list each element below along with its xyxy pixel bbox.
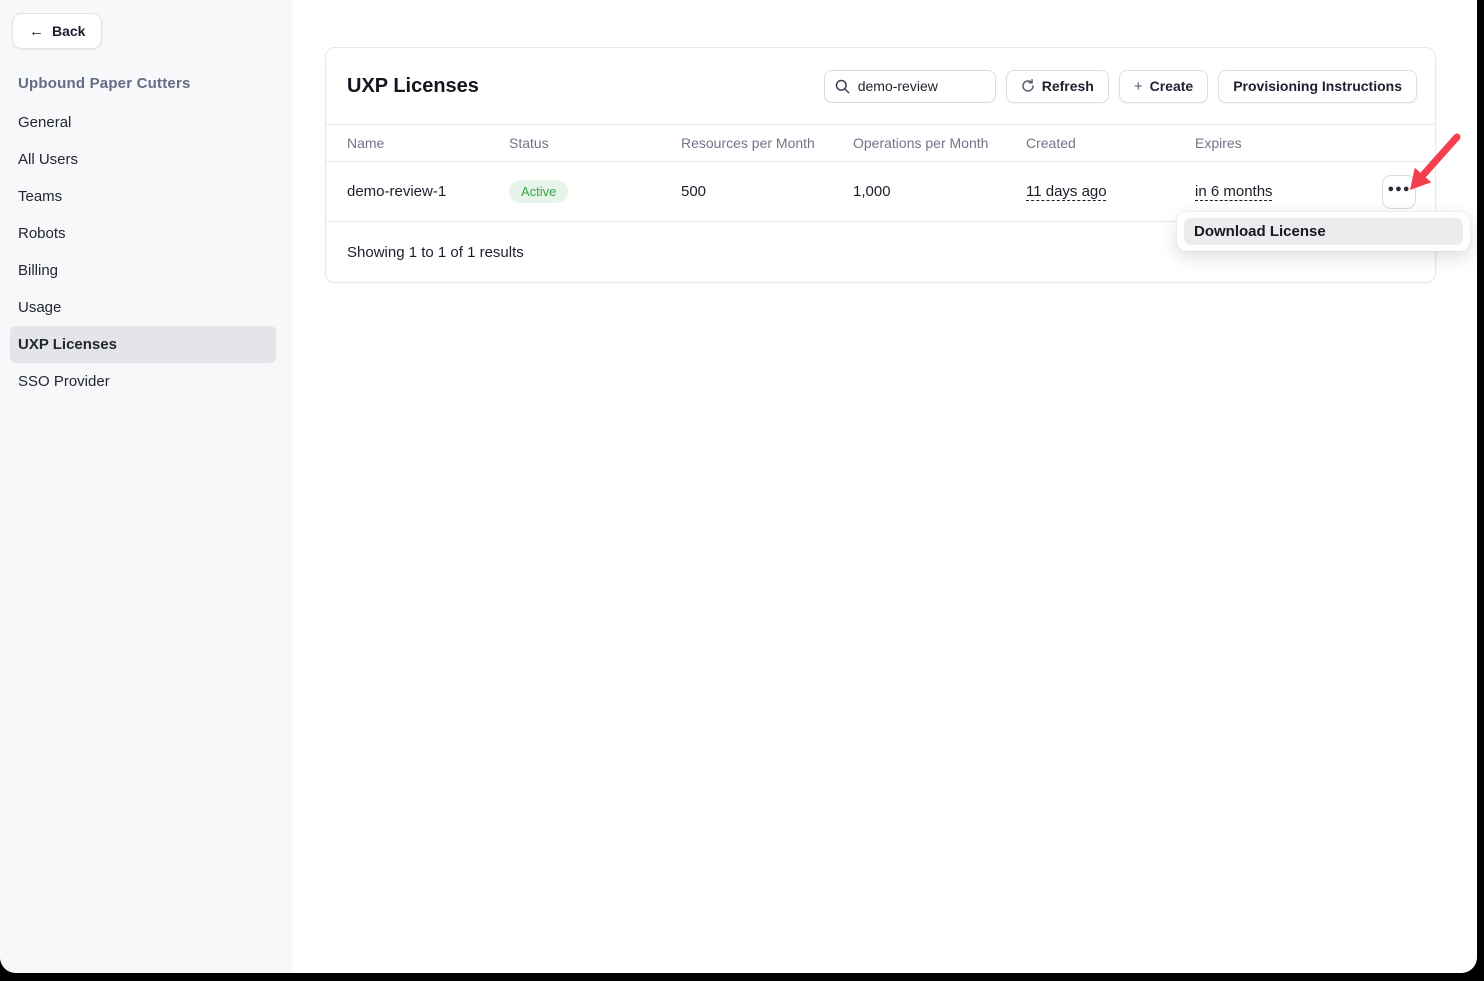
search-box bbox=[824, 70, 996, 103]
column-header-expires: Expires bbox=[1195, 135, 1364, 151]
sidebar-item-general[interactable]: General bbox=[10, 104, 276, 141]
sidebar-item-all-users[interactable]: All Users bbox=[10, 141, 276, 178]
provisioning-instructions-button[interactable]: Provisioning Instructions bbox=[1218, 70, 1417, 103]
column-header-resources: Resources per Month bbox=[681, 135, 853, 151]
provisioning-instructions-label: Provisioning Instructions bbox=[1233, 78, 1402, 94]
results-count-text: Showing 1 to 1 of 1 results bbox=[347, 244, 524, 261]
column-header-operations: Operations per Month bbox=[853, 135, 1026, 151]
plus-icon: + bbox=[1134, 78, 1143, 95]
cell-resources-per-month: 500 bbox=[681, 183, 853, 200]
created-tooltip-link[interactable]: 11 days ago bbox=[1026, 183, 1107, 200]
refresh-button-label: Refresh bbox=[1042, 78, 1094, 94]
cell-name: demo-review-1 bbox=[347, 183, 509, 200]
column-header-status: Status bbox=[509, 135, 681, 151]
refresh-button[interactable]: Refresh bbox=[1006, 70, 1109, 103]
sidebar-item-usage[interactable]: Usage bbox=[10, 289, 276, 326]
download-license-menu-item[interactable]: Download License bbox=[1184, 218, 1463, 245]
cell-status: Active bbox=[509, 180, 681, 203]
cell-created: 11 days ago bbox=[1026, 183, 1195, 200]
sidebar-item-billing[interactable]: Billing bbox=[10, 252, 276, 289]
sidebar-item-sso-provider[interactable]: SSO Provider bbox=[10, 363, 276, 400]
column-header-created: Created bbox=[1026, 135, 1195, 151]
status-badge: Active bbox=[509, 180, 568, 203]
ellipsis-icon: ●●● bbox=[1388, 184, 1411, 199]
search-input[interactable] bbox=[858, 78, 985, 94]
search-icon bbox=[835, 79, 850, 94]
sidebar: ← Back Upbound Paper Cutters General All… bbox=[0, 0, 292, 973]
column-header-name: Name bbox=[347, 135, 509, 151]
create-button[interactable]: + Create bbox=[1119, 70, 1208, 103]
sidebar-item-teams[interactable]: Teams bbox=[10, 178, 276, 215]
cell-actions: ●●● bbox=[1382, 175, 1416, 209]
back-button-label: Back bbox=[52, 23, 85, 39]
cell-expires: in 6 months bbox=[1195, 183, 1364, 200]
cell-operations-per-month: 1,000 bbox=[853, 183, 1026, 200]
expires-tooltip-link[interactable]: in 6 months bbox=[1195, 183, 1273, 200]
org-name: Upbound Paper Cutters bbox=[18, 75, 191, 92]
card-header: UXP Licenses bbox=[326, 48, 1435, 124]
sidebar-nav: General All Users Teams Robots Billing U… bbox=[0, 104, 292, 400]
row-actions-menu-button[interactable]: ●●● bbox=[1382, 175, 1416, 209]
row-actions-dropdown: Download License bbox=[1177, 212, 1470, 251]
arrow-left-icon: ← bbox=[29, 23, 44, 40]
sidebar-item-uxp-licenses[interactable]: UXP Licenses bbox=[10, 326, 276, 363]
toolbar: Refresh + Create Provisioning Instructio… bbox=[824, 70, 1417, 103]
page-title: UXP Licenses bbox=[347, 75, 479, 98]
sidebar-item-robots[interactable]: Robots bbox=[10, 215, 276, 252]
main-content: UXP Licenses bbox=[292, 0, 1477, 973]
table-header-row: Name Status Resources per Month Operatio… bbox=[326, 124, 1435, 162]
refresh-icon bbox=[1021, 79, 1035, 93]
create-button-label: Create bbox=[1150, 78, 1194, 94]
app-window: ← Back Upbound Paper Cutters General All… bbox=[0, 0, 1477, 973]
back-button[interactable]: ← Back bbox=[12, 13, 102, 49]
